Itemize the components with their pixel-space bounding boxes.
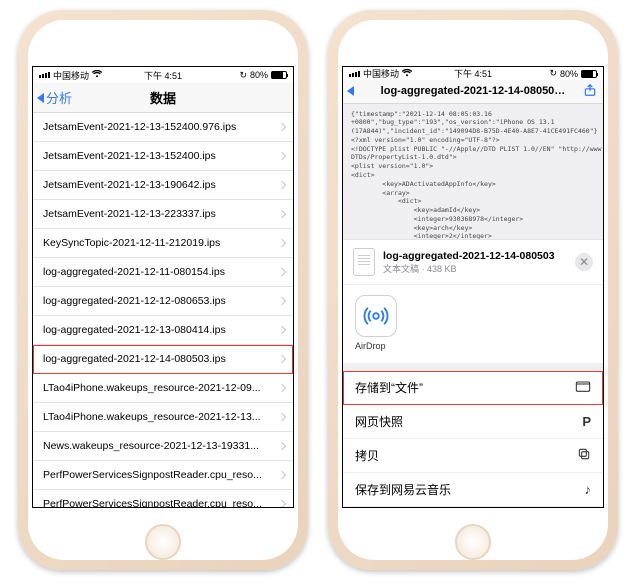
iphone-right: 中国移动 下午 4:51 ↻ 80% — [328, 10, 618, 570]
list-item[interactable]: log-aggregated-2021-12-14-080503.ips — [33, 345, 293, 374]
folder-icon — [575, 379, 591, 396]
list-item-label: log-aggregated-2021-12-12-080653.ips — [43, 295, 283, 307]
signal-icon — [39, 72, 50, 78]
share-action-music[interactable]: 保存到网易云音乐 ♪ — [343, 473, 603, 507]
share-button[interactable] — [583, 83, 597, 100]
nav-bar: 分析 数据 — [33, 83, 293, 113]
list-item-label: LTao4iPhone.wakeups_resource-2021-12-13.… — [43, 411, 283, 423]
back-button[interactable] — [343, 86, 354, 96]
action-label: 拷贝 — [355, 447, 379, 464]
share-action-copy[interactable]: 拷贝 — [343, 439, 603, 473]
file-chip: log-aggregated-2021-12-14-080503 文本文稿 · … — [343, 240, 603, 285]
list-item-label: log-aggregated-2021-12-13-080414.ips — [43, 324, 283, 336]
battery-icon — [271, 71, 287, 79]
chevron-right-icon — [278, 500, 286, 507]
list-item[interactable]: JetsamEvent-2021-12-13-152400.ips — [33, 142, 293, 171]
list-item[interactable]: LTao4iPhone.wakeups_resource-2021-12-13.… — [33, 403, 293, 432]
action-list: 存储到“文件” 网页快照 P 拷贝保存到网易云音乐 ♪ — [343, 371, 603, 507]
home-button[interactable] — [455, 524, 491, 560]
list-item[interactable]: JetsamEvent-2021-12-13-152400.976.ips — [33, 113, 293, 142]
share-sheet: log-aggregated-2021-12-14-080503 文本文稿 · … — [343, 239, 603, 507]
orientation-lock-icon: ↻ — [549, 68, 557, 79]
battery-percent: 80% — [250, 70, 268, 80]
signal-icon — [349, 71, 360, 77]
clock-label: 下午 4:51 — [432, 67, 515, 80]
list-item[interactable]: News.wakeups_resource-2021-12-13-19331..… — [33, 432, 293, 461]
list-item-label: log-aggregated-2021-12-11-080154.ips — [43, 266, 283, 278]
home-button[interactable] — [145, 524, 181, 560]
share-action-folder[interactable]: 存储到“文件” — [343, 371, 603, 405]
list-item-label: JetsamEvent-2021-12-13-152400.ips — [43, 150, 283, 162]
file-icon — [353, 248, 375, 276]
list-item[interactable]: PerfPowerServicesSignpostReader.cpu_reso… — [33, 461, 293, 490]
list-item[interactable]: LTao4iPhone.wakeups_resource-2021-12-09.… — [33, 374, 293, 403]
list-item-label: KeySyncTopic-2021-12-11-212019.ips — [43, 237, 283, 249]
battery-percent: 80% — [560, 69, 578, 79]
chevron-left-icon — [347, 86, 354, 96]
clock-label: 下午 4:51 — [122, 69, 205, 82]
list-item[interactable]: KeySyncTopic-2021-12-11-212019.ips — [33, 229, 293, 258]
action-label: 存储到“文件” — [355, 379, 423, 396]
list-item[interactable]: log-aggregated-2021-12-12-080653.ips — [33, 287, 293, 316]
airdrop-icon — [355, 295, 397, 337]
action-label: 网页快照 — [355, 413, 403, 430]
list-item[interactable]: log-aggregated-2021-12-13-080414.ips — [33, 316, 293, 345]
screen-right: 中国移动 下午 4:51 ↻ 80% — [342, 66, 604, 508]
list-item[interactable]: PerfPowerServicesSignpostReader.cpu_reso… — [33, 490, 293, 507]
screen-left: 中国移动 下午 4:51 ↻ 80% 分析 — [32, 66, 294, 508]
wifi-icon — [402, 69, 412, 79]
copy-icon — [577, 447, 591, 464]
list-item[interactable]: JetsamEvent-2021-12-13-223337.ips — [33, 200, 293, 229]
close-button[interactable]: ✕ — [575, 253, 593, 271]
carrier-label: 中国移动 — [363, 67, 399, 80]
list-item-label: News.wakeups_resource-2021-12-13-19331..… — [43, 440, 283, 452]
nav-bar: log-aggregated-2021-12-14-08050… — [343, 80, 603, 104]
list-item-label: JetsamEvent-2021-12-13-152400.976.ips — [43, 121, 283, 133]
list-item-label: LTao4iPhone.wakeups_resource-2021-12-09.… — [43, 382, 283, 394]
status-bar: 中国移动 下午 4:51 ↻ 80% — [33, 67, 293, 83]
list-item-label: JetsamEvent-2021-12-13-190642.ips — [43, 179, 283, 191]
list-item-label: PerfPowerServicesSignpostReader.cpu_reso… — [43, 498, 283, 507]
list-item[interactable]: JetsamEvent-2021-12-13-190642.ips — [33, 171, 293, 200]
back-label: 分析 — [46, 88, 72, 107]
file-name: log-aggregated-2021-12-14-080503 — [383, 250, 555, 262]
log-content[interactable]: {"timestamp":"2021-12-14 08:05:03.16 +08… — [343, 104, 603, 239]
page-title: log-aggregated-2021-12-14-08050… — [343, 85, 603, 97]
list-item-label: JetsamEvent-2021-12-13-223337.ips — [43, 208, 283, 220]
airdrop-target[interactable]: AirDrop — [343, 285, 603, 371]
chevron-left-icon — [37, 93, 44, 103]
music-icon: ♪ — [585, 482, 592, 497]
status-bar: 中国移动 下午 4:51 ↻ 80% — [343, 67, 603, 80]
carrier-label: 中国移动 — [53, 69, 89, 82]
battery-icon — [581, 70, 597, 78]
list-item[interactable]: log-aggregated-2021-12-11-080154.ips — [33, 258, 293, 287]
pocket-icon: P — [582, 414, 591, 429]
action-label: 保存到网易云音乐 — [355, 481, 451, 498]
share-action-pocket[interactable]: 网页快照 P — [343, 405, 603, 439]
wifi-icon — [92, 70, 102, 80]
airdrop-label: AirDrop — [355, 341, 591, 351]
file-list[interactable]: JetsamEvent-2021-12-13-152400.976.ips Jet… — [33, 113, 293, 507]
back-button[interactable]: 分析 — [33, 88, 72, 107]
list-item-label: PerfPowerServicesSignpostReader.cpu_reso… — [43, 469, 283, 481]
orientation-lock-icon: ↻ — [239, 70, 247, 81]
list-item-label: log-aggregated-2021-12-14-080503.ips — [43, 353, 283, 365]
iphone-left: 中国移动 下午 4:51 ↻ 80% 分析 — [18, 10, 308, 570]
file-subtitle: 文本文稿 · 438 KB — [383, 262, 555, 275]
